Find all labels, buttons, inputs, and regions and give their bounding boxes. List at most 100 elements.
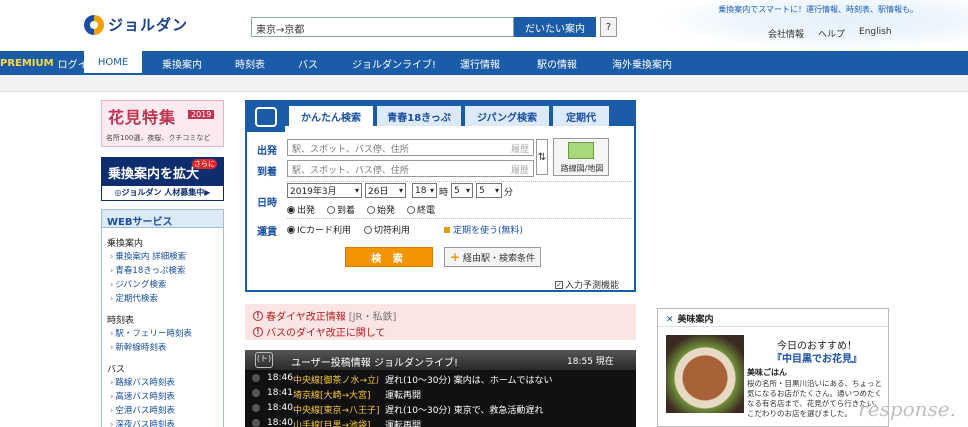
hanami-year: 2019 (188, 110, 215, 119)
map-button[interactable]: 路線図/地図 (553, 138, 609, 176)
live-row[interactable]: 18:40 山手線[目黒→池袋] 運転再開 (245, 417, 636, 427)
link-zipangu[interactable]: ジパング検索 (110, 278, 166, 290)
link-airport-bus[interactable]: 空港バス時刻表 (110, 404, 175, 416)
link-station-timetable[interactable]: 駅・フェリー時刻表 (110, 327, 192, 339)
hour-select[interactable]: 18 (412, 183, 437, 198)
status-dot-icon (252, 389, 260, 397)
top-links: 会社情報 ヘルプ English (768, 27, 892, 40)
min-unit: 分 (504, 188, 514, 198)
live-time: 18:55 現在 (567, 357, 614, 367)
nav-bus[interactable]: バス (298, 51, 318, 75)
hanami-banner[interactable]: 花見特集 2019 名所100選、夜桜、クチコミなど (101, 100, 224, 147)
map-icon (568, 142, 594, 159)
link-highway-bus[interactable]: 高速バス時刻表 (110, 390, 175, 402)
year-month-select[interactable]: 2019年3月 (287, 183, 362, 198)
to-input[interactable]: 駅、スポット、バス停、住所 履歴 (287, 160, 534, 177)
food-photo[interactable] (666, 335, 744, 413)
main-nav: HOME 乗換案内 時刻表 バス ジョルダンライブ! 運行情報 駅の情報 海外乗… (0, 51, 968, 75)
english-link[interactable]: English (859, 27, 892, 40)
live-title[interactable]: ユーザー投稿情報 ジョルダンライブ! (291, 354, 458, 369)
map-button-label: 路線図/地図 (560, 164, 604, 173)
hanami-sub: 名所100選、夜桜、クチコミなど (106, 134, 211, 142)
radio-last-train[interactable]: 終電 (407, 203, 435, 216)
alerts-box: ! 春ダイヤ改正情報 [JR・私鉄] ! バスのダイヤ改正に関して (245, 304, 636, 340)
live-row[interactable]: 18:41 埼京線[大崎→大宮] 運転再開 (245, 387, 636, 401)
radio-ic-card[interactable]: ICカード利用 (287, 223, 351, 236)
search-submit-button[interactable]: 検 索 (345, 247, 433, 267)
nav-station-info[interactable]: 駅の情報 (537, 51, 577, 75)
tab-teiki[interactable]: 定期代 (553, 106, 609, 126)
plus-icon: + (449, 250, 461, 264)
logo[interactable]: ジョルダン (84, 14, 188, 35)
quick-search-button[interactable]: だいたい案内 (514, 17, 596, 37)
radio-first-train[interactable]: 始発 (367, 203, 395, 216)
watermark: response. (858, 397, 956, 421)
link-seishun18[interactable]: 青春18きっぷ検索 (110, 264, 185, 276)
web-service-list: 乗換案内 乗換案内 詳細検索 青春18きっぷ検索 ジパング検索 定期代検索 時刻… (101, 228, 224, 427)
use-teiki-link[interactable]: 定期を使う(無料) (444, 223, 523, 236)
gourmet-subtitle[interactable]: 『中目黒でお花見』 (747, 350, 887, 365)
company-info-link[interactable]: 会社情報 (768, 27, 804, 40)
live-row[interactable]: 18:46中央線[御茶ノ水→立川]遅れ(10〜30分) 案内は、ホームではない (245, 372, 636, 386)
predict-checkbox[interactable]: ✓ 入力予測機能 (555, 278, 619, 291)
recruit-badge: さらに (192, 159, 217, 169)
checkbox-checked-icon: ✓ (555, 280, 563, 289)
tab-easy-search[interactable]: かんたん検索 (289, 106, 373, 126)
link-teiki[interactable]: 定期代検索 (110, 292, 158, 304)
recruit-banner[interactable]: 乗換案内を拡大 さらに ◎ジョルダン 人材募集中▶ (101, 157, 224, 201)
swap-button[interactable]: ⇅ (536, 139, 548, 175)
status-dot-icon (252, 419, 260, 427)
live-row[interactable]: 18:40 中央線[東京→八王子] 遅れ(10〜30分) 東京で、救急活動遅れ (245, 402, 636, 416)
help-link[interactable]: ヘルプ (818, 27, 845, 40)
sub-bar (0, 75, 968, 92)
nav-jorudan-live[interactable]: ジョルダンライブ! (352, 51, 436, 75)
help-button[interactable]: ? (600, 17, 617, 37)
radio-departure[interactable]: 出発 (287, 203, 315, 216)
quick-search-input[interactable]: 東京→京都 (251, 17, 514, 37)
min10-select[interactable]: 5 (451, 183, 473, 198)
gourmet-heading: 美味案内 (658, 309, 888, 327)
alert-bus-timetable[interactable]: ! バスのダイヤ改正に関して (253, 324, 385, 339)
nav-home[interactable]: HOME (84, 51, 142, 75)
shop-name: 美味ごはん (747, 368, 787, 377)
link-detail-search[interactable]: 乗換案内 詳細検索 (110, 250, 186, 262)
from-input[interactable]: 駅、スポット、バス停、住所 履歴 (287, 139, 534, 156)
date-label: 日時 (257, 198, 277, 209)
to-history[interactable]: 履歴 (511, 163, 529, 176)
tagline: 乗換案内でスマートに！運行情報、時刻表、駅情報も。 (718, 5, 918, 14)
from-history[interactable]: 履歴 (511, 142, 529, 155)
live-header: (ト) ユーザー投稿情報 ジョルダンライブ! 18:55 現在 (245, 350, 636, 370)
day-select[interactable]: 26日 (365, 183, 406, 198)
link-night-bus[interactable]: 深夜バス時刻表 (110, 418, 175, 427)
min1-select[interactable]: 5 (476, 183, 502, 198)
premium-label: PREMIUM (0, 57, 54, 69)
alert-icon: ! (253, 310, 263, 321)
lock-icon (444, 227, 450, 233)
fare-label: 運賃 (257, 227, 277, 238)
tab-seishun18[interactable]: 青春18きっぷ (377, 106, 461, 126)
via-conditions-button[interactable]: + 経由駅・検索条件 (444, 247, 541, 267)
recruit-title: 乗換案内を拡大 (108, 167, 200, 182)
nav-transit[interactable]: 乗換案内 (162, 51, 202, 75)
from-label: 出発 (257, 146, 277, 157)
status-dot-icon (252, 374, 260, 382)
link-route-bus[interactable]: 路線バス時刻表 (110, 376, 175, 388)
divider (287, 218, 632, 219)
radio-arrival[interactable]: 到着 (327, 203, 355, 216)
nav-service-info[interactable]: 運行情報 (460, 51, 500, 75)
live-icon: (ト) (255, 352, 273, 368)
nav-overseas[interactable]: 海外乗換案内 (612, 51, 672, 75)
web-service-heading: WEBサービス (101, 209, 224, 228)
hanami-title: 花見特集 (108, 108, 177, 127)
link-shinkansen[interactable]: 新幹線時刻表 (110, 341, 166, 353)
gourmet-box: 美味案内 今日のおすすめ！ 『中目黒でお花見』 美味ごはん 桜の名所・目黒川沿い… (657, 308, 889, 427)
section-title: 乗換案内 (107, 239, 144, 249)
from-placeholder: 駅、スポット、バス停、住所 (292, 145, 409, 155)
radio-ticket[interactable]: 切符利用 (364, 223, 410, 236)
route-search-panel: かんたん検索 青春18きっぷ ジパング検索 定期代 出発 駅、スポット、バス停、… (245, 100, 636, 292)
alert-icon: ! (253, 326, 263, 337)
nav-timetable[interactable]: 時刻表 (235, 51, 265, 75)
tab-zipangu[interactable]: ジパング検索 (465, 106, 549, 126)
divider (287, 181, 632, 182)
alert-spring-timetable[interactable]: ! 春ダイヤ改正情報 [JR・私鉄] (253, 308, 396, 323)
